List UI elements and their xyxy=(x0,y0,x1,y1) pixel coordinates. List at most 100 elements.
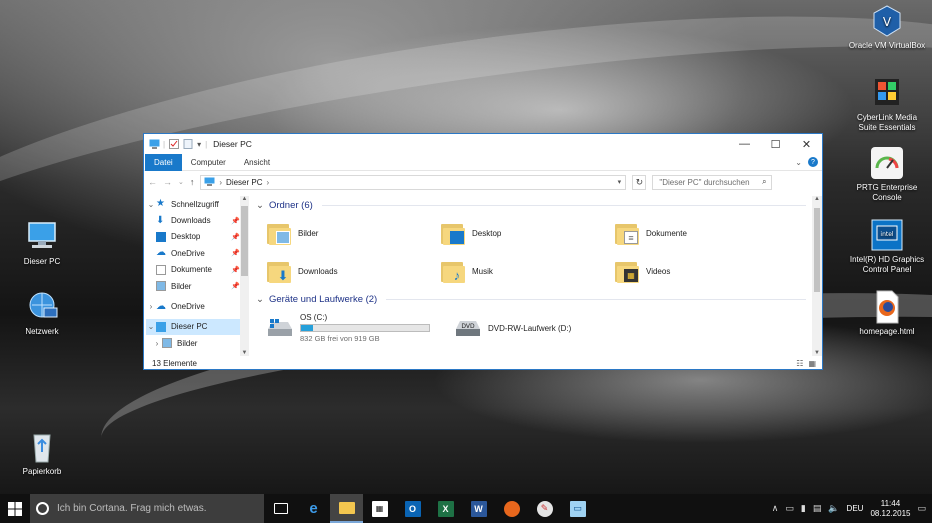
address-bar[interactable]: › Dieser PC › ▾ xyxy=(200,174,627,190)
desktop-icon-prtg[interactable]: PRTG Enterprise Console xyxy=(848,146,926,203)
firefox-icon[interactable] xyxy=(495,494,528,523)
search-input[interactable]: "Dieser PC" durchsuchen ⌕ xyxy=(652,174,773,190)
task-view-icon[interactable] xyxy=(264,494,297,523)
pin-icon[interactable]: 📌 xyxy=(231,266,240,274)
tab-ansicht[interactable]: Ansicht xyxy=(235,154,279,171)
desktop-icon-homepage[interactable]: homepage.html xyxy=(848,290,926,337)
chevron-down-icon[interactable]: ⌄ xyxy=(256,294,264,305)
nav-item-documents[interactable]: Dokumente 📌 xyxy=(146,262,240,278)
chevron-right-icon[interactable]: › xyxy=(152,339,162,348)
file-explorer-icon[interactable] xyxy=(330,494,363,523)
excel-icon[interactable]: X xyxy=(429,494,462,523)
documents-folder-icon: ≡ xyxy=(614,220,640,246)
details-view-icon[interactable]: ☷ xyxy=(796,359,803,368)
monitor-icon[interactable]: ▭ xyxy=(785,503,794,514)
group-folders[interactable]: ⌄ Ordner (6) xyxy=(252,196,812,214)
scroll-up-icon[interactable]: ▲ xyxy=(812,196,822,202)
pin-icon[interactable]: 📌 xyxy=(231,249,240,257)
back-arrow-icon[interactable]: ← xyxy=(148,177,157,187)
pin-icon[interactable]: 📌 xyxy=(231,282,240,290)
drive-d[interactable]: DVD DVD-RW-Laufwerk (D:) xyxy=(454,312,628,344)
paint-icon[interactable]: ✎ xyxy=(528,494,561,523)
breadcrumb-this-pc[interactable]: Dieser PC xyxy=(226,178,262,187)
remote-desktop-icon[interactable]: ▭ xyxy=(561,494,594,523)
desktop-icon-network[interactable]: Netzwerk xyxy=(3,290,81,337)
properties-icon[interactable] xyxy=(169,139,180,149)
nav-item-downloads[interactable]: ⬇ Downloads 📌 xyxy=(146,212,240,228)
outlook-icon[interactable]: O xyxy=(396,494,429,523)
tiles-view-icon[interactable]: ▦ xyxy=(808,359,816,368)
pin-icon[interactable]: 📌 xyxy=(231,217,240,225)
language-indicator[interactable]: DEU xyxy=(847,504,864,513)
nav-item-onedrive[interactable]: ☁ OneDrive 📌 xyxy=(146,245,240,261)
chevron-down-icon[interactable]: ⌄ xyxy=(146,200,156,209)
up-arrow-icon[interactable]: ↑ xyxy=(190,177,195,187)
notifications-icon[interactable]: ▭ xyxy=(917,503,926,514)
cortana-search-box[interactable]: Ich bin Cortana. Frag mich etwas. xyxy=(30,494,264,523)
cortana-icon xyxy=(36,502,49,515)
folder-music[interactable]: ♪ Musik xyxy=(440,252,614,290)
group-drives[interactable]: ⌄ Geräte und Laufwerke (2) xyxy=(252,290,812,308)
desktop-icon-cyberlink[interactable]: CyberLink Media Suite Essentials xyxy=(848,76,926,133)
edge-icon[interactable]: e xyxy=(297,494,330,523)
tab-computer[interactable]: Computer xyxy=(182,154,235,171)
tab-datei[interactable]: Datei xyxy=(145,153,182,171)
maximize-icon[interactable]: ☐ xyxy=(760,134,791,154)
nav-item-pictures[interactable]: Bilder 📌 xyxy=(146,278,240,294)
word-icon[interactable]: W xyxy=(462,494,495,523)
network-tray-icon[interactable]: ▤ xyxy=(813,503,822,514)
drive-name: OS (C:) xyxy=(300,313,328,322)
nav-this-pc-pictures[interactable]: › Bilder xyxy=(146,335,240,351)
minimize-icon[interactable]: — xyxy=(729,134,760,154)
cloud-icon: ☁ xyxy=(156,300,166,312)
forward-arrow-icon[interactable]: → xyxy=(163,177,172,187)
pin-icon[interactable]: 📌 xyxy=(231,233,240,241)
store-icon[interactable]: ▦ xyxy=(363,494,396,523)
nav-item-desktop[interactable]: Desktop 📌 xyxy=(146,229,240,245)
content-pane: ⌄ Ordner (6) Bilder Desktop ≡ Dokumente … xyxy=(252,196,812,356)
navigation-scrollbar[interactable]: ▲ ▼ xyxy=(240,196,249,356)
folder-documents[interactable]: ≡ Dokumente xyxy=(614,214,788,252)
content-scrollbar[interactable]: ▲ ▼ xyxy=(812,196,822,356)
folder-videos[interactable]: ▦ Videos xyxy=(614,252,788,290)
refresh-icon[interactable]: ↻ xyxy=(632,174,647,190)
scrollbar-thumb[interactable] xyxy=(241,206,248,276)
chevron-right-icon[interactable]: › xyxy=(146,302,156,311)
desktop-icon-virtualbox[interactable]: V Oracle VM VirtualBox xyxy=(848,4,926,51)
volume-icon[interactable]: 🔈 xyxy=(828,503,839,514)
desktop-icon-intel-graphics[interactable]: intel Intel(R) HD Graphics Control Panel xyxy=(848,218,926,275)
customize-toolbar-icon[interactable]: ▾ xyxy=(197,140,201,149)
svg-text:DVD: DVD xyxy=(461,323,475,330)
folder-downloads[interactable]: ⬇ Downloads xyxy=(266,252,440,290)
nav-this-pc[interactable]: ⌄ Dieser PC xyxy=(146,318,240,336)
this-pc-small-icon xyxy=(204,177,215,188)
folder-desktop[interactable]: Desktop xyxy=(440,214,614,252)
breadcrumb-separator-icon[interactable]: › xyxy=(219,178,222,187)
drive-c[interactable]: OS (C:) 832 GB frei von 919 GB xyxy=(266,312,444,344)
help-icon[interactable]: ? xyxy=(808,157,818,167)
expand-ribbon-icon[interactable]: ⌄ xyxy=(795,158,802,167)
desktop-icon-recycle-bin[interactable]: Papierkorb xyxy=(3,430,81,477)
scrollbar-thumb[interactable] xyxy=(814,208,820,292)
new-folder-icon[interactable] xyxy=(183,139,193,149)
search-placeholder: "Dieser PC" durchsuchen xyxy=(659,177,750,187)
scroll-up-icon[interactable]: ▲ xyxy=(240,196,249,202)
chevron-down-icon[interactable]: ⌄ xyxy=(256,200,264,211)
breadcrumb-separator-icon[interactable]: › xyxy=(267,178,270,187)
chevron-up-icon[interactable]: ∧ xyxy=(772,503,779,514)
desktop-icon-this-pc[interactable]: Dieser PC xyxy=(3,220,81,267)
search-icon: ⌕ xyxy=(762,177,767,186)
nav-onedrive[interactable]: › ☁ OneDrive xyxy=(146,298,240,314)
file-explorer-window: | ▾ | Dieser PC — ☐ ✕ Datei Computer Ans… xyxy=(143,133,823,370)
close-icon[interactable]: ✕ xyxy=(791,134,822,154)
recent-locations-icon[interactable]: ⌄ xyxy=(178,178,184,186)
windows-start-icon[interactable] xyxy=(0,494,30,523)
download-arrow-icon: ⬇ xyxy=(156,214,165,226)
group-heading: Geräte und Laufwerke (2) xyxy=(268,293,378,305)
folder-pictures[interactable]: Bilder xyxy=(266,214,440,252)
address-dropdown-icon[interactable]: ▾ xyxy=(613,178,625,186)
chevron-down-icon[interactable]: ⌄ xyxy=(146,322,156,331)
nav-quick-access[interactable]: ⌄ ★ Schnellzugriff xyxy=(146,196,240,212)
power-icon[interactable]: ▮ xyxy=(801,503,806,514)
clock[interactable]: 11:44 08.12.2015 xyxy=(870,499,910,519)
